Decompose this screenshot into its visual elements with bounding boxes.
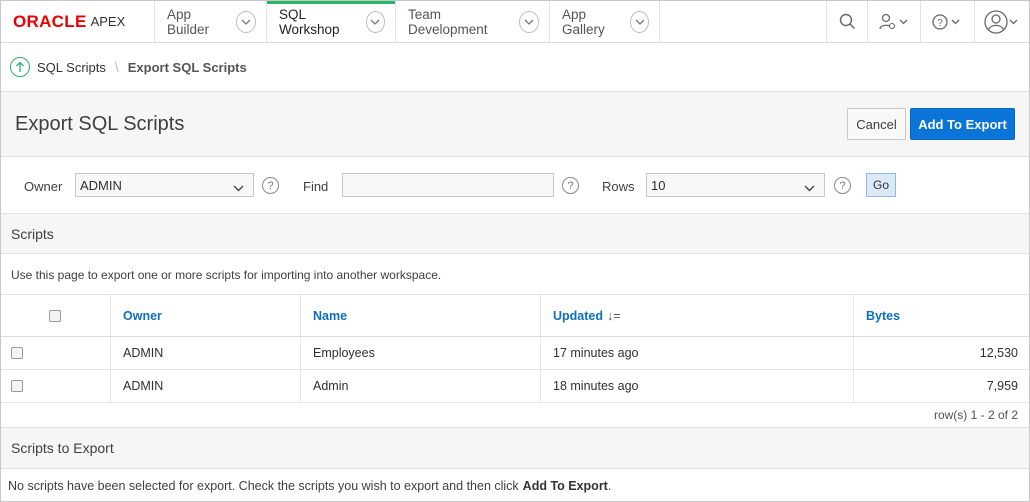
go-button[interactable]: Go — [866, 173, 896, 197]
help-icon[interactable]: ? — [920, 1, 974, 42]
export-message-action: Add To Export — [522, 478, 608, 493]
scripts-region-title: Scripts — [11, 225, 54, 242]
chevron-down-icon — [804, 180, 815, 195]
pagination-info: row(s) 1 - 2 of 2 — [1, 403, 1029, 428]
export-region-header: Scripts to Export — [1, 428, 1029, 469]
owner-select[interactable]: ADMIN — [75, 173, 254, 197]
owner-label: Owner — [24, 179, 63, 194]
chevron-down-icon[interactable] — [630, 10, 649, 33]
export-empty-message: No scripts have been selected for export… — [1, 469, 1029, 501]
export-message-end: . — [607, 478, 612, 493]
breadcrumb-parent-link[interactable]: SQL Scripts — [37, 60, 106, 75]
cancel-button[interactable]: Cancel — [847, 108, 906, 140]
user-admin-icon[interactable] — [867, 1, 920, 42]
rows-select-value: 10 — [651, 177, 666, 193]
oracle-apex-logo[interactable]: ORACLE APEX — [1, 1, 155, 42]
page-title-bar: Export SQL Scripts Cancel Add To Export — [1, 92, 1029, 157]
filter-bar: Owner ADMIN ? Find ? Rows 10 ? Go — [1, 157, 1029, 214]
export-region-title: Scripts to Export — [11, 440, 114, 456]
nav-tab-label: SQL Workshop — [279, 6, 340, 37]
select-all-checkbox[interactable] — [49, 309, 61, 322]
select-all-cell — [1, 295, 111, 336]
nav-tab-app-gallery[interactable]: App Gallery — [550, 1, 660, 42]
rows-help-icon[interactable]: ? — [834, 177, 851, 194]
svg-text:?: ? — [937, 18, 943, 29]
breadcrumb-current: Export SQL Scripts — [127, 59, 247, 75]
add-to-export-button[interactable]: Add To Export — [910, 108, 1015, 140]
cell-updated: 18 minutes ago — [541, 370, 854, 402]
top-nav-bar: ORACLE APEX App Builder SQL Workshop Tea… — [1, 1, 1029, 43]
cell-updated: 17 minutes ago — [541, 337, 854, 369]
cell-bytes: 12,530 — [979, 346, 1018, 360]
cell-name: Employees — [301, 337, 541, 369]
scripts-region-header: Scripts — [1, 214, 1029, 254]
cell-owner: ADMIN — [111, 370, 301, 402]
nav-tab-label: App Builder — [167, 6, 210, 37]
oracle-wordmark: ORACLE — [13, 11, 87, 31]
column-header-bytes[interactable]: Bytes — [854, 295, 1029, 336]
table-row: ADMIN Admin 18 minutes ago 7,959 — [1, 370, 1029, 403]
table-row: ADMIN Employees 17 minutes ago 12,530 — [1, 337, 1029, 370]
chevron-down-icon — [233, 180, 244, 195]
cell-bytes: 7,959 — [986, 379, 1018, 393]
find-label: Find — [303, 179, 329, 194]
owner-select-value: ADMIN — [80, 177, 122, 193]
chevron-down-icon[interactable] — [365, 10, 385, 33]
scripts-table: Owner Name Updated ↓= Bytes ADMIN Employ… — [1, 295, 1029, 403]
arrow-up-icon[interactable] — [10, 57, 30, 77]
user-account-icon[interactable] — [974, 1, 1029, 42]
row-select-cell — [1, 370, 111, 402]
export-message-text: No scripts have been selected for export… — [8, 478, 519, 493]
find-help-icon[interactable]: ? — [562, 177, 579, 194]
chevron-down-icon[interactable] — [236, 10, 256, 33]
row-select-cell — [1, 337, 111, 369]
search-icon[interactable] — [826, 1, 867, 42]
page-title: Export SQL Scripts — [15, 113, 185, 135]
owner-help-icon[interactable]: ? — [262, 177, 279, 194]
app-frame: ORACLE APEX App Builder SQL Workshop Tea… — [0, 0, 1030, 502]
nav-tab-label: App Gallery — [562, 6, 605, 37]
apex-wordmark: APEX — [90, 14, 126, 29]
column-header-updated[interactable]: Updated ↓= — [541, 295, 854, 336]
column-header-name[interactable]: Name — [301, 295, 541, 336]
nav-tab-app-builder[interactable]: App Builder — [155, 1, 267, 42]
nav-tab-label: Team Development — [408, 6, 488, 37]
nav-tab-team-development[interactable]: Team Development — [396, 1, 550, 42]
row-checkbox[interactable] — [11, 347, 23, 359]
breadcrumb: SQL Scripts \ Export SQL Scripts — [1, 43, 1029, 92]
sort-descending-icon: ↓= — [607, 308, 621, 323]
rows-select[interactable]: 10 — [646, 173, 825, 197]
column-header-updated-label: Updated — [553, 308, 603, 323]
column-header-owner[interactable]: Owner — [111, 295, 301, 336]
breadcrumb-separator: \ — [114, 59, 119, 75]
rows-label: Rows — [602, 179, 635, 194]
cell-name: Admin — [301, 370, 541, 402]
scripts-description: Use this page to export one or more scri… — [1, 255, 1029, 295]
find-input[interactable] — [342, 173, 554, 197]
cell-owner: ADMIN — [111, 337, 301, 369]
row-checkbox[interactable] — [11, 380, 23, 392]
chevron-down-icon[interactable] — [519, 10, 539, 33]
nav-tab-sql-workshop[interactable]: SQL Workshop — [267, 1, 396, 42]
table-header-row: Owner Name Updated ↓= Bytes — [1, 295, 1029, 337]
